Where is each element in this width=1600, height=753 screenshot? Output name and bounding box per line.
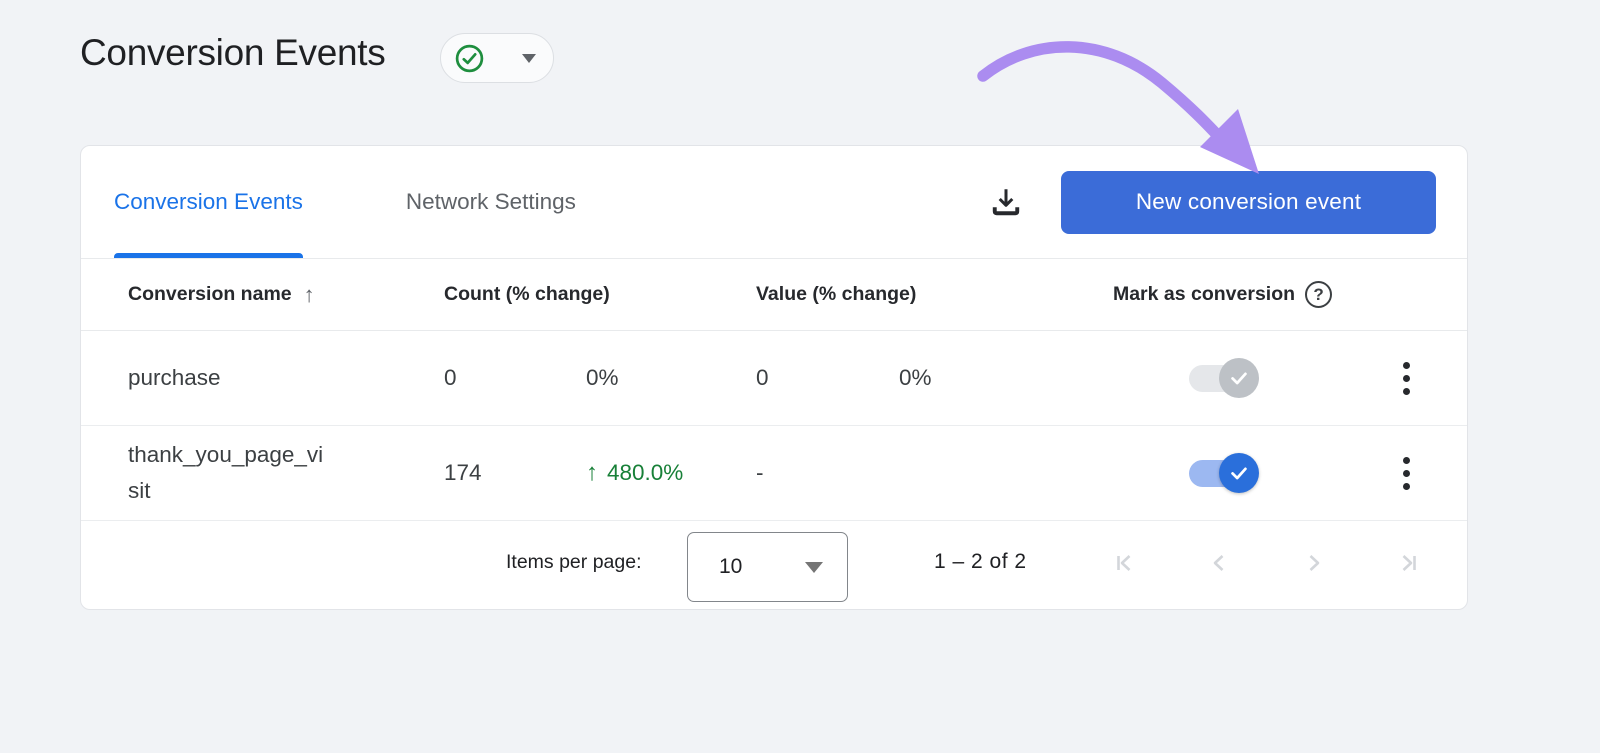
column-header-mark-as-conversion: Mark as conversion ? (1112, 281, 1333, 308)
page-title: Conversion Events (80, 32, 386, 73)
tab-conversion-events[interactable]: Conversion Events (114, 146, 303, 258)
conversion-name-text: purchase (128, 365, 221, 390)
count-change-cell: ↑ 480.0% (586, 459, 756, 487)
table-row: thank_you_page_visit 174 ↑ 480.0% - (81, 426, 1467, 521)
chevron-down-icon (522, 53, 536, 63)
mark-as-conversion-toggle[interactable] (1187, 357, 1259, 399)
previous-page-button[interactable] (1204, 548, 1234, 578)
card-header: Conversion Events Network Settings New c… (81, 146, 1467, 259)
value-change-cell: 0% (899, 365, 932, 390)
kebab-dot (1403, 361, 1410, 369)
count-change-value: 480.0% (607, 460, 684, 485)
conversion-name-text: thank_you_page_visit (128, 442, 324, 503)
column-header-value: Value (% change) (756, 283, 917, 305)
kebab-dot (1403, 387, 1410, 395)
conversion-name-header-label: Conversion name (128, 283, 292, 305)
conversion-name-cell: purchase (128, 360, 444, 396)
pagination-bar: Items per page: 10 1 – 2 of 2 (81, 521, 1467, 610)
download-icon (988, 184, 1024, 220)
next-page-button[interactable] (1299, 548, 1329, 578)
tab-network-settings[interactable]: Network Settings (406, 146, 576, 258)
check-circle-icon (454, 43, 485, 74)
sort-ascending-icon[interactable]: ↑ (304, 282, 315, 308)
column-header-count: Count (% change) (444, 283, 610, 305)
conversion-events-card: Conversion Events Network Settings New c… (80, 145, 1468, 610)
count-change-cell: 0% (586, 365, 619, 390)
mark-as-conversion-header-label: Mark as conversion (1112, 283, 1296, 305)
conversion-name-cell: thank_you_page_visit (128, 437, 444, 509)
kebab-dot (1403, 469, 1410, 477)
row-overflow-menu-button[interactable] (1397, 451, 1416, 496)
chevron-down-icon (805, 561, 823, 573)
items-per-page-value: 10 (719, 555, 743, 578)
table-header-row: Conversion name ↑ Count (% change) Value… (81, 259, 1467, 331)
row-overflow-menu-button[interactable] (1397, 356, 1416, 401)
trend-up-icon: ↑ (586, 459, 598, 486)
kebab-dot (1403, 482, 1410, 490)
value-cell: - (756, 460, 764, 485)
first-page-button[interactable] (1109, 548, 1139, 578)
conversion-events-page: Conversion Events Conversion Events Netw… (0, 0, 1600, 753)
items-per-page-select[interactable]: 10 (687, 532, 848, 602)
table-row: purchase 0 0% 0 0% (81, 331, 1467, 426)
new-conversion-event-button[interactable]: New conversion event (1061, 170, 1436, 234)
kebab-dot (1403, 374, 1410, 382)
help-icon[interactable]: ? (1305, 281, 1333, 308)
column-header-conversion-name[interactable]: Conversion name ↑ (128, 282, 444, 308)
download-button[interactable] (983, 179, 1029, 225)
kebab-dot (1403, 456, 1410, 464)
mark-as-conversion-toggle[interactable] (1187, 452, 1259, 494)
status-pill[interactable] (440, 33, 554, 83)
pagination-range: 1 – 2 of 2 (934, 550, 1027, 573)
pagination-controls (1109, 548, 1424, 578)
toggle-thumb-check-icon (1218, 453, 1259, 493)
toggle-thumb-check-icon (1218, 358, 1259, 398)
count-cell: 0 (444, 365, 457, 390)
items-per-page-label: Items per page: (506, 551, 642, 573)
tab-network-settings-label: Network Settings (405, 189, 576, 214)
last-page-button[interactable] (1394, 548, 1424, 578)
value-cell: 0 (756, 365, 769, 390)
tab-conversion-events-label: Conversion Events (114, 189, 303, 214)
count-cell: 174 (444, 460, 482, 485)
